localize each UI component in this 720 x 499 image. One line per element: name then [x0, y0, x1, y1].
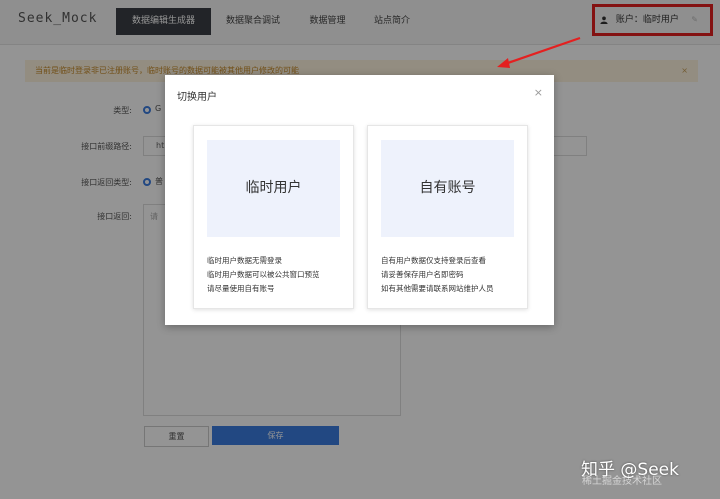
- watermark-sub: 稀土掘金技术社区: [582, 476, 662, 487]
- own-account-card[interactable]: 自有账号 自有用户数据仅支持登录后查看 请妥善保存用户名即密码 如有其他需要请联…: [367, 125, 528, 309]
- own-account-description: 自有用户数据仅支持登录后查看 请妥善保存用户名即密码 如有其他需要请联系网站维护…: [381, 256, 494, 293]
- temp-user-card[interactable]: 临时用户 临时用户数据无需登录 临时用户数据可以被公共窗口预览 请尽量使用自有账…: [193, 125, 354, 309]
- close-icon[interactable]: ×: [534, 86, 543, 99]
- temp-user-description: 临时用户数据无需登录 临时用户数据可以被公共窗口预览 请尽量使用自有账号: [207, 256, 320, 293]
- dialog-title: 切换用户: [177, 92, 217, 103]
- switch-user-dialog: 切换用户 × 临时用户 临时用户数据无需登录 临时用户数据可以被公共窗口预览 请…: [165, 75, 554, 325]
- temp-user-title: 临时用户: [207, 140, 340, 237]
- own-account-title: 自有账号: [381, 140, 514, 237]
